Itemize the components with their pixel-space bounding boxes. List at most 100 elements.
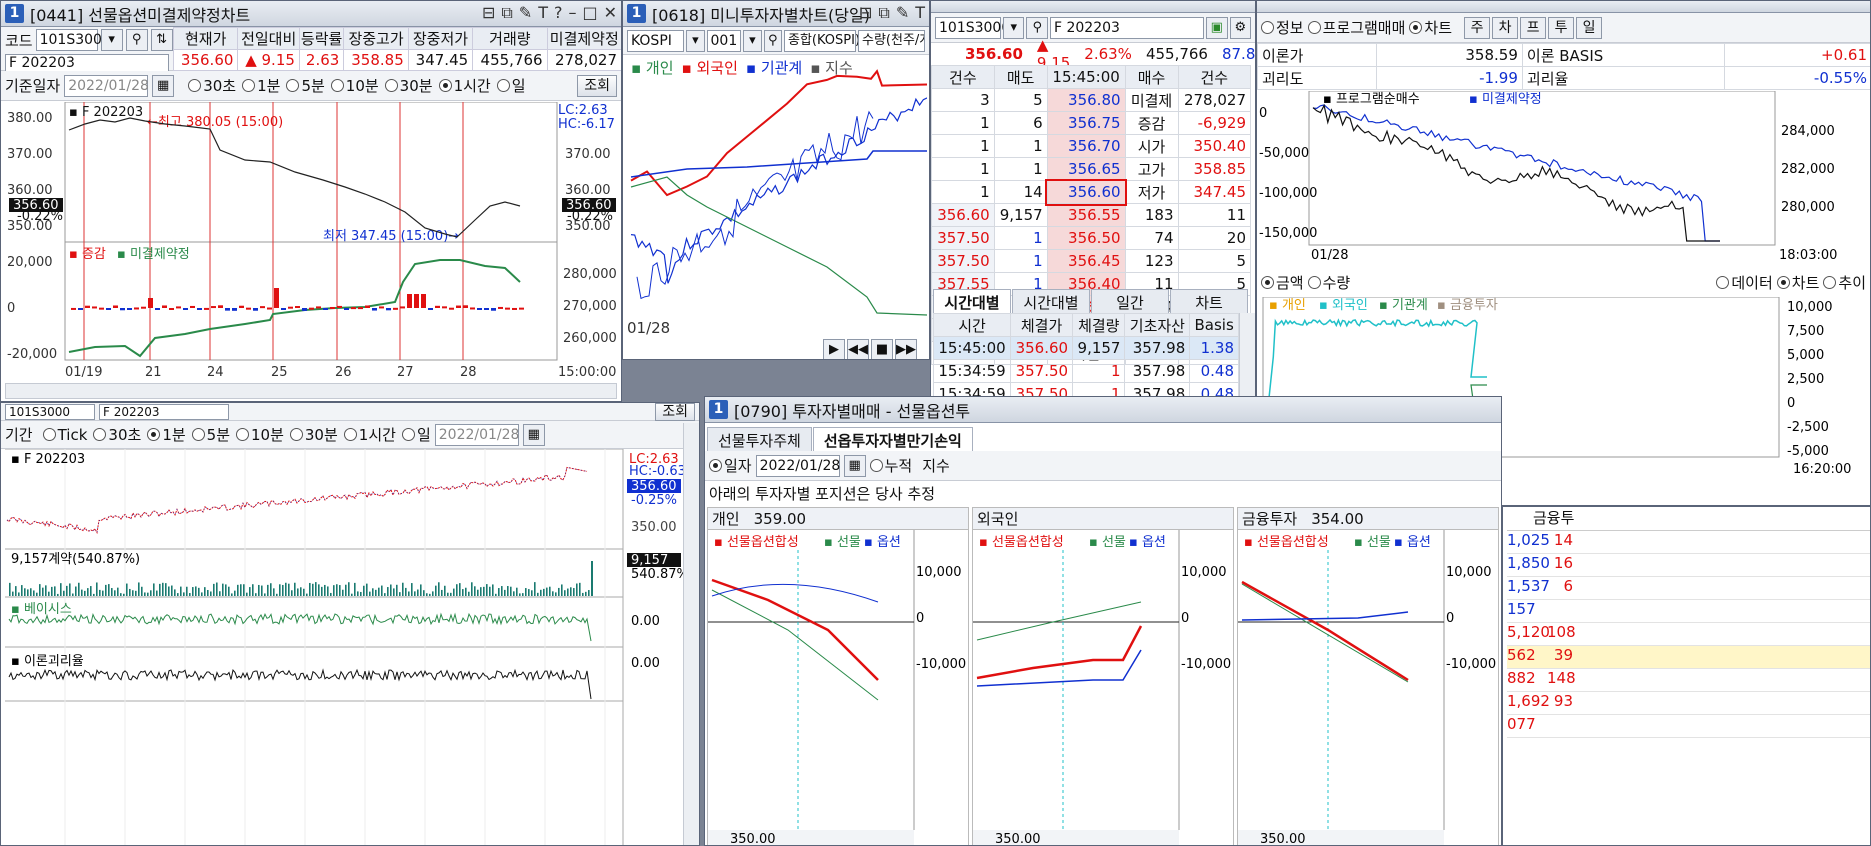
copy-icon[interactable]: ⧉ — [878, 3, 889, 23]
ask-price[interactable]: 356.80 — [1046, 88, 1126, 112]
radio-icon[interactable] — [1409, 21, 1423, 34]
unit-select[interactable]: 수량(천주/계 — [858, 29, 925, 52]
search-icon[interactable]: ⚲ — [763, 29, 782, 52]
forward-icon[interactable]: ▶▶ — [895, 339, 917, 359]
view-radio[interactable]: 차트 — [1409, 17, 1452, 38]
display-radio[interactable]: 차트 — [1776, 272, 1819, 293]
ask-row[interactable]: 3 5 356.80 미결제 278,027 — [931, 88, 1252, 112]
quick-button[interactable]: 일 — [1576, 16, 1603, 39]
minimize-icon[interactable]: – — [568, 3, 576, 23]
period-radio[interactable]: 30초 — [188, 75, 236, 96]
dropdown-icon[interactable]: ▾ — [1003, 16, 1025, 39]
stop-icon[interactable]: ■ — [871, 339, 893, 359]
radio-icon[interactable] — [1823, 275, 1837, 289]
dropdown-icon[interactable]: ▾ — [743, 29, 762, 52]
tool-icon[interactable]: ✎ — [896, 3, 909, 23]
quick-button[interactable]: 프 — [1520, 16, 1547, 39]
settings-icon[interactable]: ⚙ — [1229, 16, 1252, 39]
title-bar[interactable]: 1 [0441] 선물옵션미결제약정차트 ⊟ ⧉ ✎ T? – □ ✕ — [1, 1, 621, 27]
radio-icon[interactable] — [343, 428, 357, 441]
bid-price[interactable]: 356.50 — [1046, 226, 1126, 250]
dropdown-icon[interactable]: ▾ — [686, 29, 705, 52]
radio-icon[interactable] — [147, 428, 161, 441]
radio-icon[interactable] — [1261, 275, 1274, 289]
cumulative-radio-label[interactable]: 누적 — [885, 455, 913, 476]
query-button[interactable]: 조회 — [655, 403, 695, 421]
period-radio[interactable]: Tick — [42, 424, 87, 445]
query-button[interactable]: 조회 — [577, 74, 617, 97]
period-radio[interactable]: 1시간 — [343, 424, 396, 445]
layout-icon[interactable]: ⊟ — [482, 3, 495, 23]
amount-radio[interactable]: 수량 — [1307, 272, 1350, 293]
text-icon[interactable]: T — [915, 3, 925, 23]
radio-icon[interactable] — [330, 79, 344, 92]
trade-row[interactable]: 15:34:59357.501357.980.48 — [932, 359, 1239, 383]
display-radio[interactable]: 데이터 — [1716, 272, 1773, 293]
radio-icon[interactable] — [93, 428, 107, 441]
period-radio[interactable]: 10분 — [236, 424, 284, 445]
stepper-icon[interactable]: ⇅ — [150, 29, 173, 51]
tab-1[interactable]: 선옵투자자별만기손익 — [812, 427, 973, 453]
ask-row[interactable]: 1 1 356.65 고가 358.85 — [931, 157, 1252, 181]
title-bar[interactable] — [1257, 1, 1870, 13]
radio-icon[interactable] — [1307, 275, 1321, 289]
radio-icon[interactable] — [438, 79, 452, 92]
radio-icon[interactable] — [1716, 275, 1730, 289]
tool-icon[interactable]: ✎ — [519, 3, 532, 23]
investor-chart[interactable] — [627, 57, 928, 339]
ask-row[interactable]: 1 14 356.60 저가 347.45 — [931, 178, 1252, 206]
radio-icon[interactable] — [1776, 275, 1790, 289]
horizontal-scrollbar[interactable] — [5, 383, 617, 399]
bid-row[interactable]: 357.50 1 356.45 123 5 — [931, 249, 1252, 273]
period-radio[interactable]: 일 — [401, 424, 431, 445]
market-select[interactable]: KOSPI — [627, 29, 685, 52]
period-radio[interactable]: 30분 — [289, 424, 338, 445]
period-radio[interactable]: 1분 — [242, 75, 280, 96]
program-chart[interactable]: ▪ 프로그램순매수 ▪ 미결제약정 0 -50,000 -100,000 -150,000… — [1259, 90, 1870, 263]
ask-row[interactable]: 1 1 356.70 시가 350.40 — [931, 134, 1252, 158]
dropdown-icon[interactable]: ▾ — [100, 29, 123, 51]
bid-price[interactable]: 356.55 — [1046, 203, 1126, 227]
text-icon[interactable]: T — [538, 3, 548, 23]
period-radio[interactable]: 일 — [496, 75, 526, 96]
period-radio[interactable]: 30초 — [93, 424, 141, 445]
title-bar[interactable]: 1 [0790] 투자자별매매 - 선물옵션투 — [705, 397, 1501, 423]
code-input[interactable]: 101S3000 — [5, 403, 95, 420]
bid-row[interactable]: 357.50 1 356.50 74 20 — [931, 226, 1252, 250]
radio-icon[interactable] — [286, 79, 300, 92]
period-radio[interactable]: 1분 — [147, 424, 186, 445]
help-icon[interactable]: ? — [554, 3, 563, 23]
name-field[interactable]: F 202203 — [1049, 16, 1205, 39]
date-input[interactable]: 2022/01/28 — [64, 74, 149, 97]
title-bar[interactable]: 1 [0618] 미니투자자별차트(당일) ⊟ ⧉ ✎ T — [623, 1, 929, 27]
radio-icon[interactable] — [496, 79, 510, 92]
radio-icon[interactable] — [1261, 21, 1274, 34]
bid-row[interactable]: 356.60 9,157 356.55 183 11 — [931, 203, 1252, 227]
period-radio[interactable]: 10분 — [330, 75, 379, 96]
title-bar[interactable] — [931, 1, 1255, 13]
tab-0[interactable]: 선물투자주체 — [707, 427, 812, 453]
quick-button[interactable]: 차 — [1492, 16, 1519, 39]
date-input[interactable]: 2022/01/28 — [755, 454, 840, 477]
play-icon[interactable]: ▶ — [823, 339, 845, 359]
code-input[interactable]: 101S3000 — [35, 29, 111, 51]
quick-button[interactable]: 투 — [1548, 16, 1575, 39]
quick-button[interactable]: 주 — [1464, 16, 1491, 39]
bid-price[interactable]: 356.45 — [1046, 249, 1126, 273]
period-radio[interactable]: 5분 — [191, 424, 230, 445]
ask-price[interactable]: 356.75 — [1046, 111, 1126, 135]
radio-icon[interactable] — [42, 428, 56, 441]
radio-icon[interactable] — [1307, 21, 1321, 34]
code-input[interactable]: 101S3000 — [935, 16, 1010, 39]
search-icon[interactable]: ⚲ — [125, 29, 148, 51]
date-input[interactable]: 2022/01/28 — [434, 423, 519, 446]
period-radio[interactable]: 30분 — [384, 75, 433, 96]
calendar-icon[interactable]: ▦ — [152, 74, 175, 97]
radio-icon[interactable] — [191, 428, 205, 441]
period-radio[interactable]: 5분 — [286, 75, 325, 96]
view-radio[interactable]: 정보 — [1261, 17, 1304, 38]
trade-row[interactable]: 15:45:00 356.60 9,157 357.98 1.38 — [932, 336, 1239, 360]
ask-price[interactable]: 356.70 — [1046, 134, 1126, 158]
view-radio[interactable]: 프로그램매매 — [1307, 17, 1405, 38]
minute-chart[interactable]: ▪ F 202203 LC:2.63 HC:-0.63 356.60 -0.25% 350… — [5, 448, 689, 845]
